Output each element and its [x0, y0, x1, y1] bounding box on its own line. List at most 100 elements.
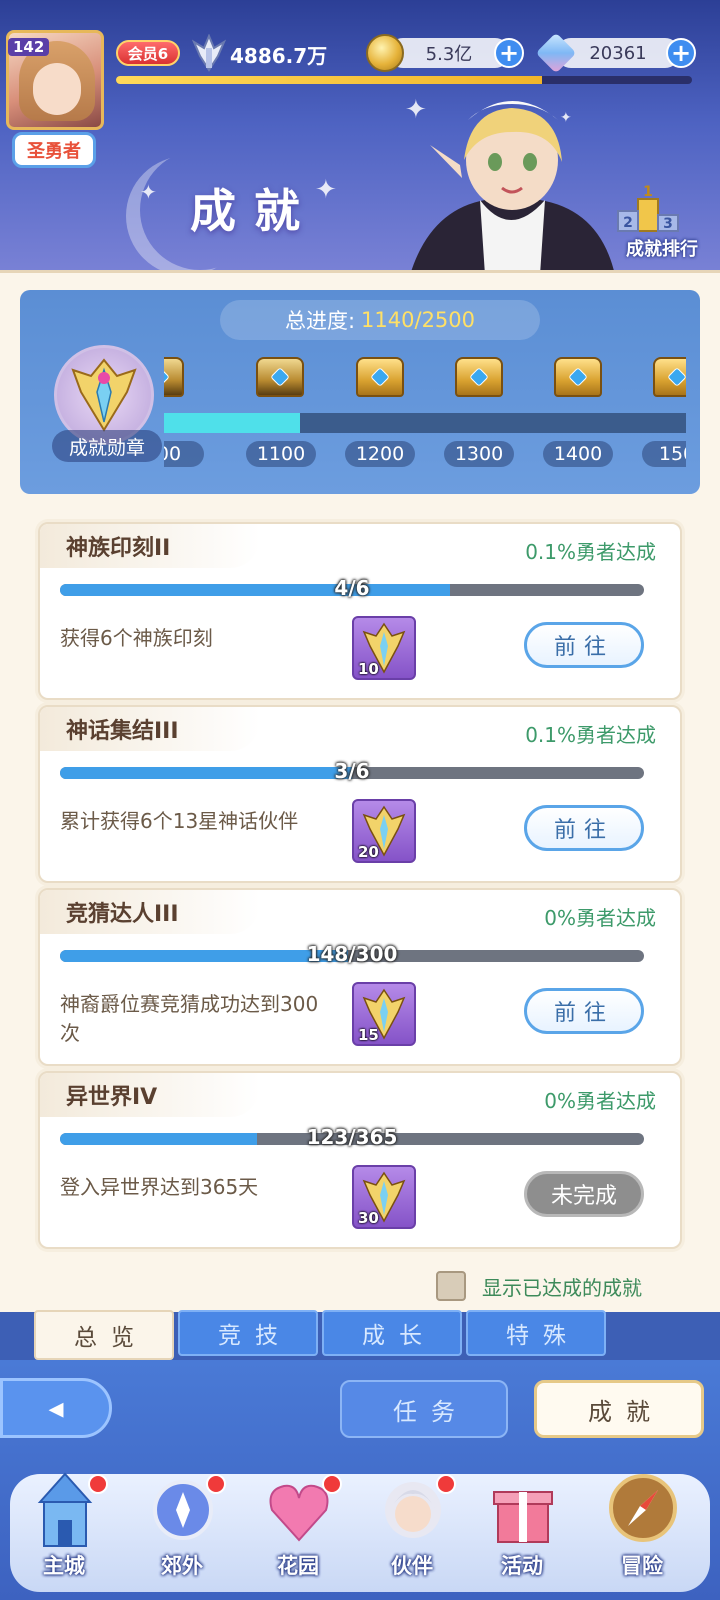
milestone-chest[interactable]: [348, 345, 412, 409]
achievement-title: 异世界IV: [40, 1073, 260, 1117]
reward-item[interactable]: 10: [352, 616, 416, 680]
show-completed-checkbox[interactable]: [436, 1271, 466, 1301]
compass-icon: [609, 1474, 677, 1542]
back-arrow-icon: ◂: [48, 1390, 64, 1426]
notification-dot: [436, 1474, 456, 1494]
total-progress-caption: 总进度:: [284, 309, 356, 333]
back-button[interactable]: ◂: [0, 1378, 112, 1438]
milestone-chest[interactable]: [447, 345, 511, 409]
incomplete-button[interactable]: 未完成: [524, 1171, 644, 1217]
achievement-card: 神话集结III 0.1%勇者达成 3/6 累计获得6个13星神话伙伴 20 前往: [38, 705, 682, 883]
nav-label: 郊外: [161, 1554, 203, 1578]
achievement-description: 登入异世界达到365天: [60, 1175, 259, 1199]
add-gold-button[interactable]: +: [494, 38, 524, 68]
go-button[interactable]: 前往: [524, 622, 644, 668]
achievement-rate: 0.1%勇者达成: [525, 723, 656, 747]
nav-label: 冒险: [621, 1554, 663, 1578]
nav-main-city[interactable]: 主城: [12, 1470, 116, 1594]
achievement-progress-text: 148/300: [306, 942, 398, 966]
milestone-label: 1200: [345, 441, 415, 467]
achievement-title: 神族印刻II: [40, 524, 260, 568]
combat-power-icon: [192, 34, 226, 72]
player-title-badge[interactable]: 圣勇者: [12, 132, 96, 168]
milestone-chest-track: 00 1100 1200 1300 1400 150: [164, 345, 686, 475]
milestone-chest[interactable]: [645, 345, 686, 409]
player-level-badge: 142: [8, 38, 50, 56]
achievement-card: 竞猜达人III 0%勇者达成 148/300 神裔爵位赛竞猜成功达到300次 1…: [38, 888, 682, 1066]
sparkle-icon: ✦: [315, 175, 337, 205]
milestone-chest[interactable]: [248, 345, 312, 409]
nav-adventure[interactable]: 冒险: [590, 1470, 694, 1594]
notification-dot: [322, 1474, 342, 1494]
reward-count: 10: [358, 660, 379, 678]
tab-arena[interactable]: 竞技: [178, 1310, 318, 1356]
achievement-description: 累计获得6个13星神话伙伴: [60, 809, 299, 833]
notification-dot: [88, 1474, 108, 1494]
experience-bar: [116, 76, 692, 84]
notification-dot: [206, 1474, 226, 1494]
milestone-label: 150: [642, 441, 686, 467]
gift-box-icon: [493, 1491, 553, 1543]
total-progress-panel: 总进度: 1140/2500 成就勋章 00 1100 1200 1300 14…: [20, 290, 700, 494]
ranking-label: 成就排行: [626, 239, 698, 260]
achievement-title: 神话集结III: [40, 707, 260, 751]
nav-label: 伙伴: [391, 1554, 433, 1578]
milestone-chest[interactable]: [546, 345, 610, 409]
show-completed-toggle[interactable]: 显示已达成的成就: [436, 1268, 642, 1304]
total-progress-value: 1140/2500: [361, 308, 476, 332]
milestone-label: 1100: [246, 441, 316, 467]
page-title: 成就: [190, 184, 318, 238]
go-button[interactable]: 前往: [524, 988, 644, 1034]
nav-label: 花园: [277, 1554, 319, 1578]
milestone-label: 1300: [444, 441, 514, 467]
podium-digit-3: 3: [663, 216, 673, 232]
nav-label: 活动: [501, 1554, 543, 1578]
tab-tasks[interactable]: 任务: [340, 1380, 508, 1438]
reward-count: 20: [358, 843, 379, 861]
achievement-rate: 0.1%勇者达成: [525, 540, 656, 564]
milestone-label: 00: [164, 441, 204, 467]
nav-garden[interactable]: 花园: [246, 1470, 350, 1594]
reward-item[interactable]: 15: [352, 982, 416, 1046]
nav-label: 主城: [43, 1554, 85, 1578]
achievement-rate: 0%勇者达成: [544, 906, 656, 930]
nav-suburbs[interactable]: 郊外: [130, 1470, 234, 1594]
achievement-card: 神族印刻II 0.1%勇者达成 4/6 获得6个神族印刻 10 前往: [38, 522, 682, 700]
total-progress-label: 总进度: 1140/2500: [220, 300, 540, 340]
reward-count: 15: [358, 1026, 379, 1044]
achievement-rate: 0%勇者达成: [544, 1089, 656, 1113]
tab-achievements[interactable]: 成就: [534, 1380, 704, 1438]
achievement-ranking-button[interactable]: 1 2 3 成就排行: [612, 185, 712, 265]
achievement-list[interactable]: 神族印刻II 0.1%勇者达成 4/6 获得6个神族印刻 10 前往 神话集结I…: [30, 500, 690, 1270]
achievement-title: 竞猜达人III: [40, 890, 260, 934]
experience-bar-fill: [116, 76, 543, 84]
category-tab-bar: 总览 竞技 成长 特殊: [0, 1310, 720, 1360]
reward-count: 30: [358, 1209, 379, 1227]
gold-currency: 5.3亿: [388, 38, 510, 68]
achievement-progress-text: 3/6: [334, 759, 370, 783]
achievement-progress-text: 123/365: [306, 1125, 398, 1149]
milestone-progress-fill: [164, 413, 300, 433]
reward-item[interactable]: 20: [352, 799, 416, 863]
milestone-chest[interactable]: [164, 345, 192, 409]
podium-digit-2: 2: [623, 215, 633, 231]
add-diamond-button[interactable]: +: [666, 38, 696, 68]
milestone-label: 1400: [543, 441, 613, 467]
achievement-card: 异世界IV 0%勇者达成 123/365 登入异世界达到365天 30 未完成: [38, 1071, 682, 1249]
tab-growth[interactable]: 成长: [322, 1310, 462, 1356]
reward-item[interactable]: 30: [352, 1165, 416, 1229]
diamond-amount: 20361: [589, 42, 647, 64]
nav-events[interactable]: 活动: [470, 1470, 574, 1594]
combat-power-value: 4886.7万: [230, 44, 328, 68]
gold-amount: 5.3亿: [425, 44, 473, 65]
podium-digit-1: 1: [643, 185, 653, 200]
show-completed-label: 显示已达成的成就: [482, 1275, 642, 1300]
nav-partners[interactable]: 伙伴: [360, 1470, 464, 1594]
achievement-description: 神裔爵位赛竞猜成功达到300次: [60, 992, 319, 1045]
achievement-progress-text: 4/6: [334, 576, 370, 600]
tab-special[interactable]: 特殊: [466, 1310, 606, 1356]
vip-badge[interactable]: 会员6: [116, 40, 180, 66]
achievement-description: 获得6个神族印刻: [60, 626, 213, 650]
tab-overview[interactable]: 总览: [34, 1310, 174, 1360]
go-button[interactable]: 前往: [524, 805, 644, 851]
